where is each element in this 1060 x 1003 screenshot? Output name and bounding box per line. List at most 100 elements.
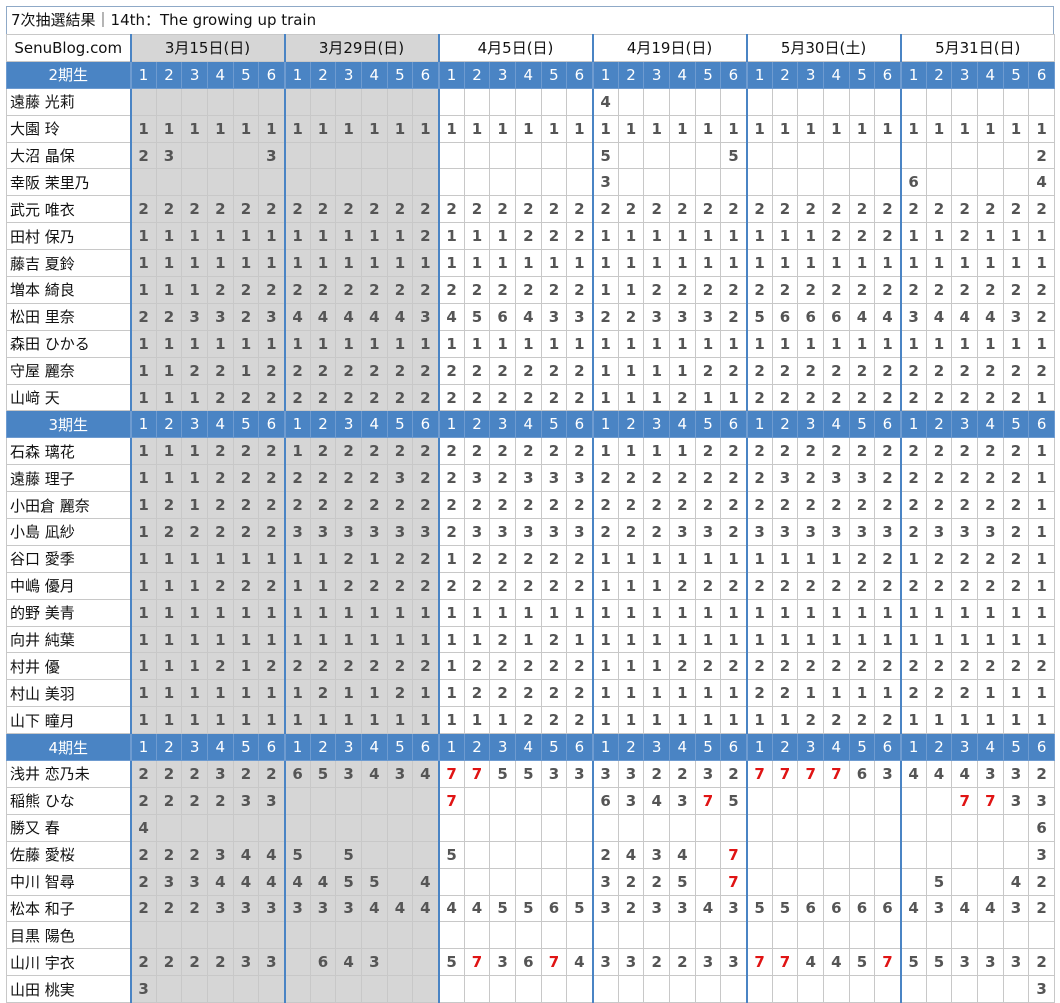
part-number: 1 (899, 410, 927, 439)
result-cell (155, 975, 183, 1003)
result-cell: 2 (283, 652, 311, 681)
result-cell: 3 (668, 894, 696, 923)
result-cell (874, 87, 902, 116)
result-cell: 2 (617, 518, 645, 546)
result-cell: 1 (668, 437, 696, 466)
part-number: 4 (976, 60, 1004, 89)
part-number: 2 (617, 733, 645, 762)
result-cell (951, 975, 978, 1003)
result-cell: 1 (951, 706, 978, 735)
result-cell: 1 (694, 383, 722, 412)
result-cell: 2 (514, 195, 542, 224)
result-cell: 1 (540, 114, 568, 143)
result-cell (1002, 168, 1030, 197)
result-cell: 2 (951, 571, 978, 600)
result-cell: 2 (360, 383, 388, 412)
result-cell: 1 (412, 329, 439, 358)
result-cell: 1 (309, 571, 337, 600)
result-cell: 1 (181, 652, 208, 681)
result-cell: 1 (360, 249, 388, 278)
result-cell: 6 (309, 948, 337, 977)
result-cell: 2 (206, 383, 234, 412)
result-cell: 2 (745, 195, 773, 224)
result-cell (797, 921, 824, 950)
result-cell: 2 (412, 276, 439, 304)
part-number: 3 (643, 60, 670, 89)
result-cell (668, 168, 696, 197)
part-number: 5 (1002, 410, 1030, 439)
result-cell: 3 (412, 302, 439, 331)
result-cell: 1 (951, 114, 978, 143)
part-number: 4 (822, 733, 850, 762)
result-cell (283, 975, 311, 1003)
result-cell (540, 921, 568, 950)
result-cell: 2 (155, 491, 183, 520)
result-cell: 1 (643, 598, 670, 627)
result-cell (1002, 840, 1030, 869)
result-cell: 3 (1002, 894, 1030, 923)
result-cell: 2 (514, 437, 542, 466)
result-cell: 1 (848, 679, 876, 708)
result-cell: 6 (874, 894, 902, 923)
result-cell: 1 (617, 383, 645, 412)
part-number: 6 (258, 733, 285, 762)
result-cell: 1 (797, 544, 824, 573)
result-cell: 2 (976, 571, 1004, 600)
result-cell: 1 (668, 706, 696, 735)
result-cell: 2 (720, 518, 748, 546)
part-number: 1 (591, 60, 619, 89)
result-cell (489, 840, 516, 869)
result-cell: 1 (925, 329, 953, 358)
result-cell: 2 (258, 571, 285, 600)
result-cell: 2 (822, 356, 850, 385)
part-number: 1 (437, 60, 465, 89)
result-cell (206, 168, 234, 197)
result-cell: 2 (668, 948, 696, 977)
result-cell: 1 (309, 706, 337, 735)
part-number: 6 (566, 410, 594, 439)
result-cell: 2 (899, 518, 927, 546)
result-cell: 2 (874, 571, 902, 600)
result-cell: 1 (206, 222, 234, 251)
result-cell (463, 975, 491, 1003)
result-cell (771, 168, 799, 197)
result-cell: 1 (643, 706, 670, 735)
result-cell: 2 (206, 464, 234, 493)
result-cell: 2 (1002, 544, 1030, 573)
result-cell (617, 975, 645, 1003)
result-cell (283, 87, 311, 116)
result-cell (514, 840, 542, 869)
result-cell: 3 (591, 867, 619, 896)
result-cell: 2 (412, 437, 439, 466)
result-cell: 2 (951, 679, 978, 708)
result-cell: 2 (874, 652, 902, 681)
member-row: 山下 瞳月 1 1 1 1 1 1 1 1 1 1 1 1 1 1 1 2 2 2 1 1 1 1 1 1 1 1 2 2 2 2 1 1 1 1 1… (6, 706, 1055, 735)
result-cell: 2 (1028, 948, 1055, 977)
member-name: 松田 里奈 (6, 302, 131, 331)
result-cell: 1 (489, 222, 516, 251)
result-cell: 5 (668, 867, 696, 896)
result-cell: 1 (694, 222, 722, 251)
result-cell: 1 (437, 249, 465, 278)
result-cell (848, 168, 876, 197)
result-cell: 2 (437, 491, 465, 520)
part-number: 6 (412, 733, 439, 762)
result-cell: 2 (771, 571, 799, 600)
result-cell: 3 (591, 760, 619, 788)
part-number: 6 (412, 60, 439, 89)
result-cell: 2 (206, 276, 234, 304)
part-number: 4 (822, 60, 850, 89)
result-cell: 1 (848, 625, 876, 654)
result-cell: 1 (283, 544, 311, 573)
result-cell: 1 (694, 679, 722, 708)
member-row: 大沼 晶保 2 3 3 5 5 2 (6, 141, 1055, 170)
result-cell (797, 786, 824, 815)
result-cell: 2 (1028, 276, 1055, 304)
result-cell: 2 (797, 195, 824, 224)
result-cell: 2 (437, 383, 465, 412)
result-cell (360, 975, 388, 1003)
result-cell: 1 (283, 329, 311, 358)
result-cell: 1 (129, 356, 157, 385)
result-cell (386, 975, 414, 1003)
result-cell: 2 (514, 679, 542, 708)
